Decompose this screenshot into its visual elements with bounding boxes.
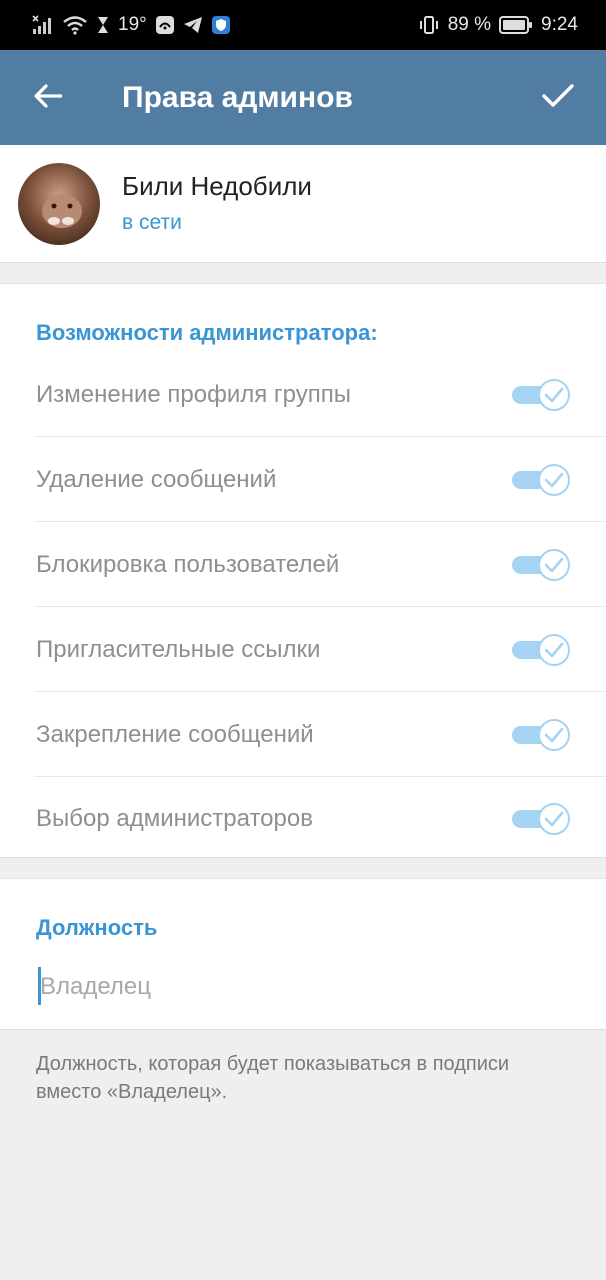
shield-icon (211, 15, 231, 35)
custom-title-input[interactable] (36, 967, 570, 1007)
status-bar-right: 89 % 9:24 (418, 14, 578, 36)
permission-toggle[interactable] (512, 549, 570, 581)
permission-row-add-admins[interactable]: Выбор администраторов (0, 776, 606, 861)
vibrate-icon (418, 14, 440, 36)
checkmark-icon (542, 83, 574, 114)
check-icon (544, 642, 564, 658)
toggle-thumb (538, 803, 570, 835)
user-card[interactable]: Били Недобили в сети (0, 145, 606, 263)
permission-row-delete-messages[interactable]: Удаление сообщений (0, 437, 606, 522)
arrow-left-icon (34, 83, 63, 113)
custom-title-section: Должность (0, 878, 606, 1030)
permissions-header: Возможности администратора: (36, 320, 378, 345)
permission-row-ban-users[interactable]: Блокировка пользователей (0, 522, 606, 607)
check-icon (544, 472, 564, 488)
toggle-thumb (538, 719, 570, 751)
temperature-text: 19° (118, 14, 147, 35)
status-bar-left: 19° (32, 14, 231, 36)
permission-label: Выбор администраторов (36, 805, 313, 832)
toggle-thumb (538, 379, 570, 411)
permission-label: Изменение профиля группы (36, 381, 351, 408)
check-icon (544, 557, 564, 573)
telegram-icon (183, 16, 203, 34)
custom-title-header: Должность (36, 915, 158, 940)
permission-label: Удаление сообщений (36, 466, 277, 493)
status-bar: 19° 89 % 9:24 (0, 0, 606, 50)
permission-label: Блокировка пользователей (36, 551, 340, 578)
battery-icon (499, 16, 533, 34)
permission-toggle[interactable] (512, 464, 570, 496)
wifi-icon (62, 15, 88, 35)
save-button[interactable] (538, 78, 578, 118)
user-status: в сети (122, 211, 182, 234)
check-icon (544, 727, 564, 743)
admin-permissions-section: Возможности администратора: Изменение пр… (0, 283, 606, 858)
permission-label: Закрепление сообщений (36, 721, 314, 748)
clock: 9:24 (541, 14, 578, 35)
back-button[interactable] (28, 78, 68, 118)
toggle-thumb (538, 549, 570, 581)
toggle-thumb (538, 634, 570, 666)
hourglass-icon (96, 15, 110, 35)
battery-percent: 89 % (447, 14, 492, 35)
check-icon (544, 811, 564, 827)
permission-toggle[interactable] (512, 719, 570, 751)
toggle-thumb (538, 464, 570, 496)
permission-label: Пригласительные ссылки (36, 636, 321, 663)
permission-row-change-info[interactable]: Изменение профиля группы (0, 352, 606, 437)
check-icon (544, 387, 564, 403)
custom-title-hint: Должность, которая будет показываться в … (36, 1053, 510, 1103)
toolbar: Права админов (0, 50, 606, 145)
weather-icon (155, 15, 175, 35)
signal-icon (32, 15, 54, 35)
permission-toggle[interactable] (512, 634, 570, 666)
permission-toggle[interactable] (512, 379, 570, 411)
permission-row-invite-links[interactable]: Пригласительные ссылки (0, 607, 606, 692)
permission-row-pin-messages[interactable]: Закрепление сообщений (0, 692, 606, 777)
avatar (18, 163, 100, 245)
user-name: Били Недобили (122, 171, 312, 201)
permission-toggle[interactable] (512, 803, 570, 835)
page-title: Права админов (122, 81, 353, 114)
